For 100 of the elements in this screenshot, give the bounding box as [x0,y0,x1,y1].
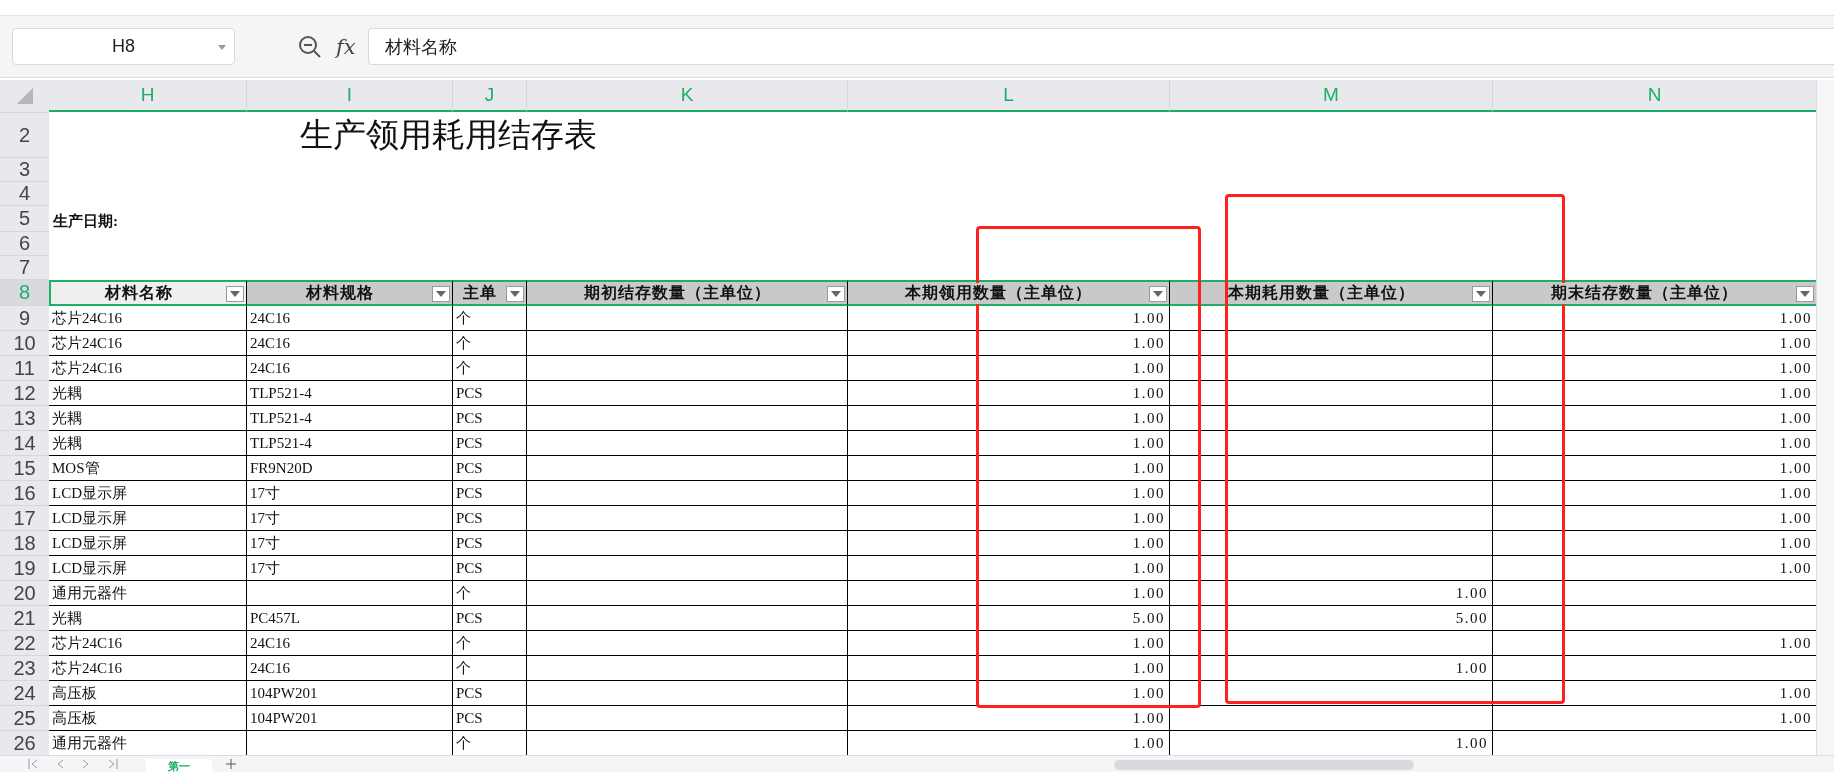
table-cell: PCS [453,456,527,481]
filter-button[interactable] [506,286,524,302]
filter-button[interactable] [827,286,845,302]
table-cell: 1.00 [848,556,1170,581]
table-cell: 5.00 [1170,606,1493,631]
row-header[interactable]: 9 [0,306,49,331]
filter-button[interactable] [226,286,244,302]
table-cell: 1.00 [848,356,1170,381]
vertical-scrollbar[interactable] [1816,80,1834,755]
table-cell: TLP521-4 [247,431,453,456]
filter-button[interactable] [1472,286,1490,302]
table-cell: 个 [453,331,527,356]
table-cell: PCS [453,481,527,506]
row-header[interactable]: 4 [0,182,49,206]
row-header[interactable]: 21 [0,606,49,631]
caret-icon [831,291,841,297]
add-sheet-icon[interactable] [226,759,236,769]
table-cell: 1.00 [848,306,1170,331]
table-cell: PCS [453,681,527,706]
filter-button[interactable] [432,286,450,302]
table-cell: 1.00 [848,706,1170,731]
table-cell: 高压板 [49,681,247,706]
row-header[interactable]: 25 [0,706,49,731]
caret-icon [230,291,240,297]
row-header[interactable]: 26 [0,731,49,755]
table-cell: 24C16 [247,656,453,681]
table-cell: MOS管 [49,456,247,481]
row-header[interactable]: 23 [0,656,49,681]
table-cell: LCD显示屏 [49,531,247,556]
table-cell: 24C16 [247,331,453,356]
filter-button[interactable] [1796,286,1814,302]
row-header[interactable]: 13 [0,406,49,431]
caret-icon [1153,291,1163,297]
row-header[interactable]: 19 [0,556,49,581]
header-cell[interactable]: 材料名称 [49,280,247,306]
row-header[interactable]: 12 [0,381,49,406]
table-cell: LCD显示屏 [49,481,247,506]
caret-icon [1800,291,1810,297]
row-header[interactable]: 14 [0,431,49,456]
table-cell: 1.00 [848,631,1170,656]
row-header[interactable]: 17 [0,506,49,531]
caret-icon [436,291,446,297]
row-header[interactable]: 22 [0,631,49,656]
table-cell: 24C16 [247,306,453,331]
table-cell: 个 [453,631,527,656]
table-cell: 1.00 [848,331,1170,356]
header-cell[interactable]: 本期耗用数量（主单位） [1170,280,1493,306]
table-cell: 1.00 [1170,581,1493,606]
filter-button[interactable] [1149,286,1167,302]
name-box[interactable]: H8 [12,28,235,65]
table-cell: 芯片24C16 [49,331,247,356]
row-header[interactable]: 20 [0,581,49,606]
row-header[interactable]: 3 [0,158,49,182]
table-cell: 104PW201 [247,681,453,706]
header-cell[interactable]: 本期领用数量（主单位） [848,280,1170,306]
table-cell: 1.00 [1170,656,1493,681]
row-header[interactable]: 11 [0,356,49,381]
table-cell: 1.00 [848,681,1170,706]
table-cell: 1.00 [848,431,1170,456]
table-cell: 个 [453,306,527,331]
sheet-title: 生产领用耗用结存表 [300,116,597,155]
table-cell: PCS [453,706,527,731]
caret-icon [510,291,520,297]
row-header[interactable]: 18 [0,531,49,556]
table-cell: TLP521-4 [247,406,453,431]
table-cell: 17寸 [247,506,453,531]
header-cell[interactable]: 材料规格 [247,280,453,306]
row-header[interactable]: 5 [0,206,49,232]
table-cell: 通用元器件 [49,581,247,606]
row-header[interactable]: 15 [0,456,49,481]
table-cell: 1.00 [848,581,1170,606]
table-cell: PCS [453,406,527,431]
table-cell: TLP521-4 [247,381,453,406]
row-header[interactable]: 10 [0,331,49,356]
row-header[interactable]: 6 [0,232,49,256]
horizontal-scrollbar[interactable] [1114,760,1414,770]
caret-icon [1476,291,1486,297]
row-header[interactable]: 7 [0,256,49,280]
table-cell: 1.00 [848,506,1170,531]
table-cell: 1.00 [848,406,1170,431]
table-cell: PCS [453,431,527,456]
table-cell: 个 [453,581,527,606]
table-cell: 光耦 [49,606,247,631]
table-cell: 1.00 [848,481,1170,506]
header-cell[interactable]: 期初结存数量（主单位） [527,280,848,306]
fx-label[interactable]: fx [336,34,356,59]
table-cell: 芯片24C16 [49,631,247,656]
zoom-icon[interactable] [298,34,322,59]
row-header[interactable]: 2 [0,113,49,158]
header-cell[interactable]: 主单 [453,280,527,306]
table-cell: FR9N20D [247,456,453,481]
table-cell: 1.00 [848,381,1170,406]
row-header[interactable]: 24 [0,681,49,706]
table-cell: PCS [453,381,527,406]
table-cell: PCS [453,531,527,556]
table-cell: 1.00 [848,656,1170,681]
header-cell[interactable]: 期末结存数量（主单位） [1493,280,1817,306]
row-header[interactable]: 16 [0,481,49,506]
table-cell: 1.00 [848,456,1170,481]
formula-field[interactable]: 材料名称 [367,28,1834,65]
